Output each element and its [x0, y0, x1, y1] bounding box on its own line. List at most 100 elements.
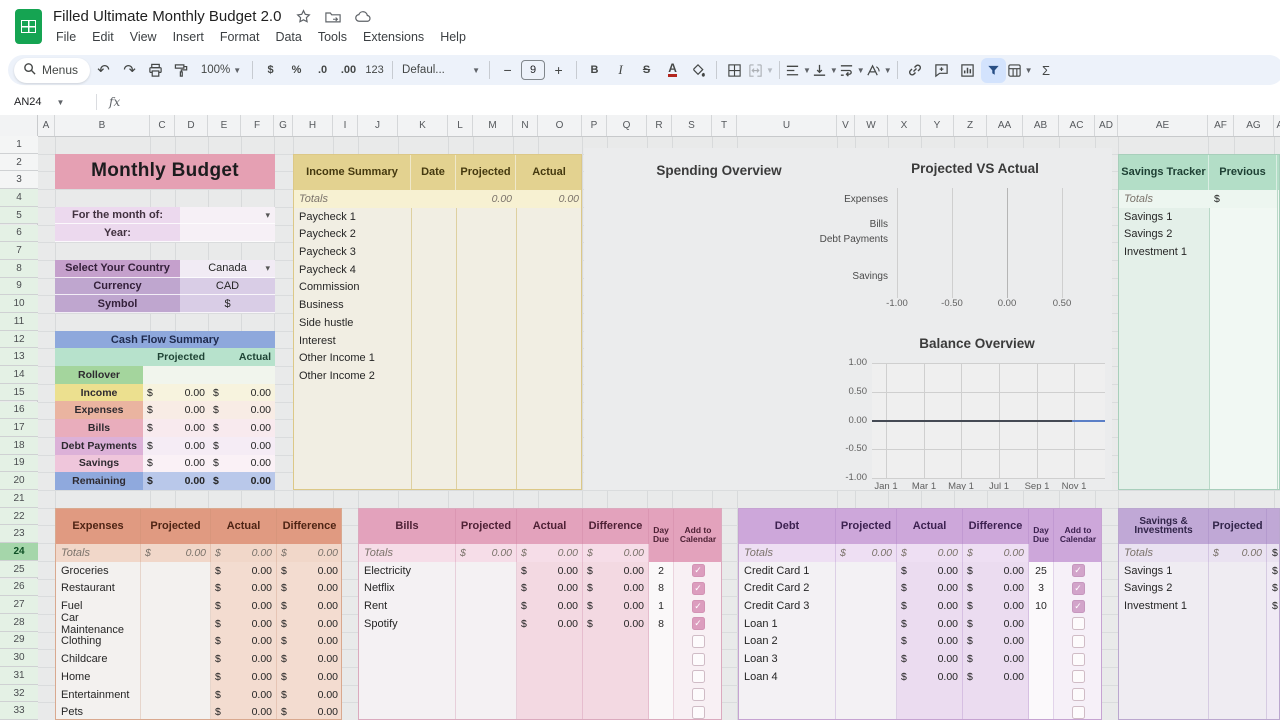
money-cell[interactable]: $0.00 [517, 579, 583, 597]
column-header[interactable]: AA [987, 115, 1023, 136]
item-name-cell[interactable]: Savings 2 [1119, 225, 1209, 243]
empty-cell[interactable] [583, 633, 649, 651]
header-cell[interactable]: Actual [517, 509, 583, 544]
money-cell[interactable]: $0.00 [277, 668, 342, 686]
month-year-value[interactable] [180, 224, 275, 242]
row-header[interactable]: 22 [0, 508, 38, 526]
sheets-logo-icon[interactable] [15, 9, 42, 44]
money-cell[interactable]: $0.00 [211, 597, 277, 615]
header-cell[interactable]: Previous [1209, 155, 1277, 190]
row-header[interactable]: 29 [0, 632, 38, 650]
item-projected-cell[interactable] [456, 686, 517, 704]
column-header[interactable]: B [55, 115, 150, 136]
item-projected-cell[interactable] [456, 668, 517, 686]
cashflow-row-label[interactable]: Remaining [55, 472, 143, 490]
item-name-cell[interactable] [359, 686, 456, 704]
add-to-calendar-checkbox[interactable] [1072, 617, 1085, 630]
money-cell[interactable]: $0.00 [143, 472, 209, 490]
column-header[interactable]: R [647, 115, 672, 136]
header-cell[interactable]: Difference [583, 509, 649, 544]
header-cell[interactable]: Add to Calendar [674, 509, 722, 562]
functions-button[interactable]: Σ [1034, 58, 1059, 83]
format-currency-button[interactable]: $ [258, 58, 283, 83]
paint-format-button[interactable] [169, 58, 194, 83]
item-name-cell[interactable]: Paycheck 1 [294, 208, 411, 226]
day-due-cell[interactable] [649, 686, 674, 704]
item-projected-cell[interactable] [141, 650, 211, 668]
header-cell[interactable]: Actual [897, 509, 963, 544]
name-box[interactable]: AN24 ▼ [0, 96, 90, 108]
item-projected-cell[interactable] [836, 668, 897, 686]
column-header[interactable]: I [333, 115, 358, 136]
empty-cell[interactable] [583, 686, 649, 704]
item-name-cell[interactable]: Clothing [56, 633, 141, 651]
money-cell[interactable]: $0.00 [897, 562, 963, 580]
add-to-calendar-checkbox[interactable] [1072, 706, 1085, 719]
item-projected-cell[interactable] [141, 579, 211, 597]
totals-value-cell[interactable]: 0.00 [456, 190, 516, 208]
item-name-cell[interactable]: Business [294, 296, 411, 314]
item-name-cell[interactable]: Paycheck 3 [294, 243, 411, 261]
row-header[interactable]: 18 [0, 437, 38, 455]
country-value[interactable]: $ [180, 295, 275, 313]
header-cell[interactable]: Day Due [1029, 509, 1054, 562]
column-header[interactable]: J [358, 115, 398, 136]
cloud-saved-icon[interactable] [355, 10, 372, 28]
money-cell[interactable]: $0.00 [211, 703, 277, 720]
row-header[interactable]: 24 [0, 543, 38, 561]
cashflow-row-label[interactable]: Debt Payments [55, 437, 143, 455]
row-header[interactable]: 30 [0, 649, 38, 667]
header-cell[interactable]: Bills [359, 509, 456, 544]
day-due-cell[interactable]: 1 [649, 597, 674, 615]
menus-search-button[interactable]: Menus [14, 58, 90, 83]
money-cell[interactable]: $0.00 [897, 633, 963, 651]
day-due-cell[interactable] [1029, 633, 1054, 651]
country-value[interactable]: CAD [180, 278, 275, 296]
empty-cell[interactable] [897, 703, 963, 720]
column-header[interactable]: AD [1095, 115, 1118, 136]
menu-item-format[interactable]: Format [212, 27, 268, 47]
money-cell[interactable]: $0.00 [143, 401, 209, 419]
day-due-cell[interactable]: 10 [1029, 597, 1054, 615]
charts-area[interactable]: Spending OverviewProjected VS ActualExpe… [584, 148, 1112, 490]
money-cell[interactable]: $0.00 [836, 544, 897, 562]
money-cell[interactable]: $0.00 [209, 455, 275, 473]
font-size-input[interactable]: 9 [521, 60, 545, 80]
totals-label-cell[interactable]: Totals [359, 544, 456, 562]
day-due-cell[interactable] [649, 650, 674, 668]
money-cell[interactable]: $0.00 [897, 579, 963, 597]
totals-label-cell[interactable]: Totals [1119, 544, 1209, 562]
money-cell[interactable]: $0.00 [211, 579, 277, 597]
column-header[interactable]: P [582, 115, 607, 136]
money-cell[interactable]: $0.00 [141, 544, 211, 562]
money-cell[interactable]: $0.00 [963, 579, 1029, 597]
cashflow-row-label[interactable]: Rollover [55, 366, 143, 384]
header-cell[interactable]: Day Due [649, 509, 674, 562]
header-cell[interactable]: Debt [739, 509, 836, 544]
column-header[interactable]: AG [1234, 115, 1274, 136]
row-header[interactable]: 3 [0, 171, 38, 189]
item-projected-cell[interactable] [836, 703, 897, 720]
item-name-cell[interactable]: Groceries [56, 562, 141, 580]
money-cell[interactable]: $0.00 [209, 401, 275, 419]
column-header[interactable]: D [175, 115, 208, 136]
totals-label-cell[interactable]: Totals [739, 544, 836, 562]
money-cell[interactable]: $0.00 [517, 544, 583, 562]
vertical-align-button[interactable]: ▼ [812, 58, 838, 83]
header-cell[interactable]: Savings Tracker [1119, 155, 1209, 190]
menu-item-file[interactable]: File [48, 27, 84, 47]
column-header[interactable]: U [737, 115, 837, 136]
money-cell[interactable]: $0.00 [211, 562, 277, 580]
cashflow-col-header[interactable]: Projected [143, 348, 209, 366]
day-due-cell[interactable]: 8 [649, 579, 674, 597]
money-cell[interactable]: $0.00 [583, 544, 649, 562]
cashflow-row-label[interactable]: Expenses [55, 401, 143, 419]
column-header[interactable]: H [293, 115, 333, 136]
add-to-calendar-checkbox[interactable]: ✓ [692, 564, 705, 577]
month-year-value[interactable]: ▾ [180, 207, 275, 225]
row-header[interactable]: 33 [0, 702, 38, 720]
column-header[interactable]: K [398, 115, 448, 136]
column-header[interactable]: T [712, 115, 737, 136]
totals-cell[interactable] [411, 190, 456, 208]
header-cell[interactable]: Expenses [56, 509, 141, 544]
